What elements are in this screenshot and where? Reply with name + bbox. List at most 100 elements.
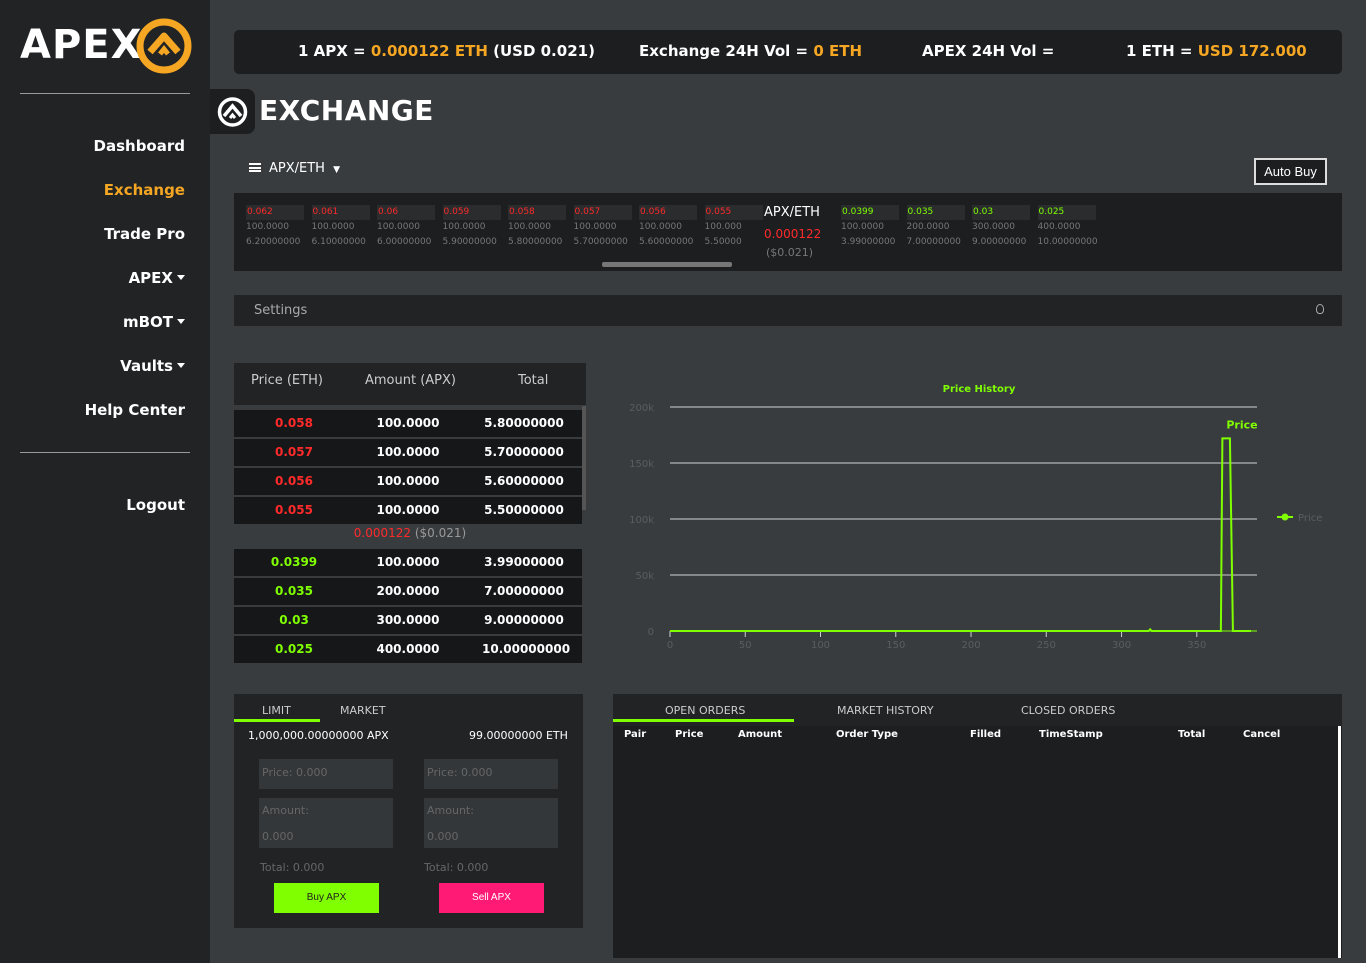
settings-label: Settings: [254, 303, 308, 318]
sidebar-item-vaults[interactable]: Vaults: [120, 357, 185, 375]
column-header: TimeStamp: [1039, 729, 1103, 740]
order-book-scrollbar[interactable]: [582, 406, 586, 510]
sidebar-item-label: Exchange: [103, 181, 185, 199]
sidebar-item-label: Trade Pro: [104, 225, 185, 243]
x-tick-label: 350: [1187, 640, 1206, 651]
strip-bid-price: 0.03: [972, 205, 1030, 220]
row-total: 5.70000000: [484, 445, 564, 459]
ask-row[interactable]: 0.055 100.0000 5.50000000: [234, 497, 582, 524]
sidebar: APEX Dashboard Exchange Trade Pro APEX m…: [0, 0, 210, 963]
strip-scrollbar[interactable]: [602, 262, 732, 267]
row-total: 7.00000000: [484, 584, 564, 598]
strip-ask-cell[interactable]: 0.055 100.000 5.50000: [704, 205, 763, 250]
strip-bid-price: 0.0399: [841, 205, 899, 220]
bid-row[interactable]: 0.025 400.0000 10.00000000: [234, 636, 582, 663]
sell-price-input[interactable]: Price: 0.000: [424, 759, 558, 789]
strip-ask-cell[interactable]: 0.057 100.0000 5.70000000: [573, 205, 632, 250]
strip-bid-cell[interactable]: 0.0399 100.0000 3.99000000: [841, 205, 899, 250]
sidebar-item-help-center[interactable]: Help Center: [85, 401, 185, 419]
ticker-value: 0.000122 ETH: [370, 42, 488, 60]
column-header: Pair: [624, 729, 647, 740]
strip-pair-label: APX/ETH: [764, 205, 820, 220]
strip-ask-cell[interactable]: 0.059 100.0000 5.90000000: [442, 205, 501, 250]
strip-ask-total: 5.60000000: [639, 237, 694, 247]
order-book: Price (ETH) Amount (APX) Total 0.058 100.…: [234, 363, 586, 667]
ask-row[interactable]: 0.056 100.0000 5.60000000: [234, 468, 582, 495]
row-price: 0.0399: [270, 555, 318, 569]
bid-row[interactable]: 0.03 300.0000 9.00000000: [234, 607, 582, 634]
strip-bid-price: 0.035: [906, 205, 965, 220]
column-header: Order Type: [836, 729, 898, 740]
orders-scrollbar[interactable]: [1338, 726, 1341, 958]
sell-price-placeholder: Price: 0.000: [427, 766, 493, 779]
strip-last-usd: ($0.021): [766, 246, 814, 259]
sell-apx-button[interactable]: Sell APX: [439, 883, 544, 913]
logout-link[interactable]: Logout: [126, 496, 185, 514]
auto-buy-button[interactable]: Auto Buy: [1254, 158, 1327, 185]
price-history-chart: Price History 0 50k 100k 150k 200k 0 50 100 150 20…: [610, 375, 1340, 665]
strip-ask-total: 6.00000000: [377, 237, 432, 247]
strip-ask-cell[interactable]: 0.06 100.0000 6.00000000: [377, 205, 435, 250]
settings-bar[interactable]: Settings: [234, 295, 1342, 326]
strip-ask-cell[interactable]: 0.056 100.0000 5.60000000: [639, 205, 697, 250]
strip-bid-cell[interactable]: 0.025 400.0000 10.00000000: [1037, 205, 1098, 250]
pair-selector-label: APX/ETH: [269, 161, 325, 176]
strip-bid-cell[interactable]: 0.03 300.0000 9.00000000: [972, 205, 1030, 250]
pair-selector[interactable]: APX/ETH ▼: [249, 161, 340, 176]
buy-amount-input[interactable]: Amount: 0.000: [259, 798, 393, 848]
apex-volume-ticker: APEX 24H Vol =: [922, 42, 1054, 60]
bid-row[interactable]: 0.0399 100.0000 3.99000000: [234, 549, 582, 576]
strip-ask-total: 5.70000000: [573, 237, 628, 247]
sidebar-item-exchange[interactable]: Exchange: [104, 181, 185, 199]
ask-row[interactable]: 0.057 100.0000 5.70000000: [234, 439, 582, 466]
y-tick-label: 200k: [629, 403, 654, 414]
tab-closed-orders[interactable]: CLOSED ORDERS: [1021, 704, 1115, 717]
sidebar-item-apex[interactable]: APEX: [129, 269, 185, 287]
buy-amount-placeholder: Amount:: [262, 804, 309, 817]
strip-ask-cell[interactable]: 0.062 100.0000 6.20000000: [246, 205, 304, 250]
tab-market-history[interactable]: MARKET HISTORY: [837, 704, 934, 717]
bid-row[interactable]: 0.035 200.0000 7.00000000: [234, 578, 582, 605]
tab-limit[interactable]: LIMIT: [262, 704, 291, 717]
sidebar-item-mbot[interactable]: mBOT: [123, 313, 185, 331]
eth-price-ticker: 1 ETH = USD 172.000: [1126, 42, 1307, 60]
strip-ask-price: 0.056: [639, 205, 697, 220]
strip-ask-cell[interactable]: 0.058 100.0000 5.80000000: [508, 205, 566, 250]
sidebar-item-trade-pro[interactable]: Trade Pro: [104, 225, 185, 243]
buy-apx-button[interactable]: Buy APX: [274, 883, 379, 913]
ticker-label: Exchange 24H Vol =: [639, 42, 809, 60]
row-amount: 400.0000: [376, 642, 440, 656]
column-header: Amount (APX): [365, 373, 456, 388]
logo[interactable]: APEX: [20, 18, 192, 74]
apex-logo-icon: [136, 18, 192, 74]
x-tick-label: 50: [739, 640, 752, 651]
strip-bid-cell[interactable]: 0.035 200.0000 7.00000000: [906, 205, 965, 250]
price-series-line: [670, 437, 1251, 632]
strip-bid-amount: 300.0000: [972, 222, 1015, 232]
ticker-label: 1 ETH =: [1126, 42, 1193, 60]
tab-open-orders[interactable]: OPEN ORDERS: [665, 704, 745, 717]
strip-bid-amount: 400.0000: [1037, 222, 1081, 232]
buy-price-input[interactable]: Price: 0.000: [259, 759, 393, 789]
y-tick-label: 100k: [629, 515, 654, 526]
row-total: 3.99000000: [484, 555, 564, 569]
lightbulb-icon[interactable]: [1316, 304, 1324, 314]
strip-ask-cell[interactable]: 0.061 100.0000 6.10000000: [311, 205, 370, 250]
legend-label: Price: [1298, 513, 1322, 524]
order-book-header: Price (ETH) Amount (APX) Total: [234, 363, 586, 405]
sell-amount-input[interactable]: Amount: 0.000: [424, 798, 558, 848]
sell-total: Total: 0.000: [424, 861, 489, 874]
column-header: Total: [1178, 729, 1206, 740]
chart-svg: Price History 0 50k 100k 150k 200k 0 50 100 150 20…: [629, 384, 1322, 651]
ticker-label: APEX 24H Vol =: [922, 42, 1055, 60]
row-amount: 100.0000: [376, 474, 440, 488]
peak-annotation: Price: [1226, 418, 1257, 431]
sidebar-item-label: mBOT: [122, 313, 173, 331]
strip-bid-price: 0.025: [1037, 205, 1096, 220]
strip-bid-amount: 100.0000: [841, 222, 884, 232]
strip-ask-amount: 100.0000: [377, 222, 420, 232]
strip-ask-amount: 100.0000: [639, 222, 682, 232]
ask-row[interactable]: 0.058 100.0000 5.80000000: [234, 410, 582, 437]
tab-market[interactable]: MARKET: [340, 704, 386, 717]
sidebar-item-dashboard[interactable]: Dashboard: [94, 137, 185, 155]
